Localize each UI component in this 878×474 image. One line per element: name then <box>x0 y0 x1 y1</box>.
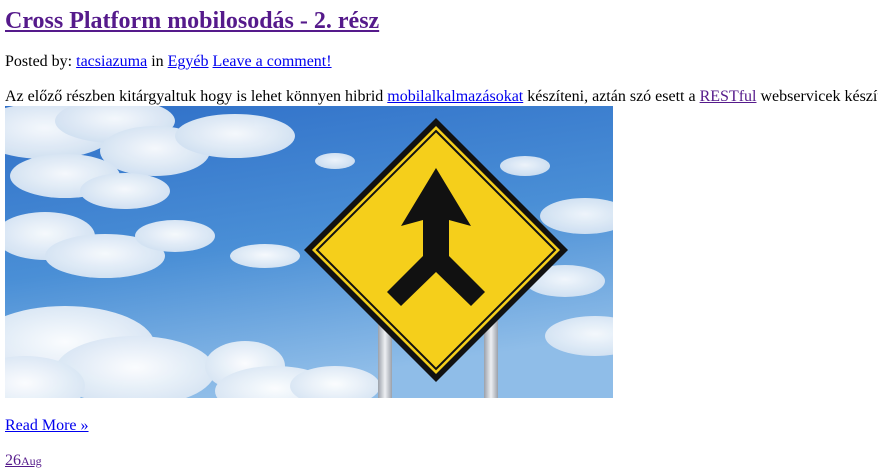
excerpt-text-2: készíteni, aztán szó esett a <box>527 88 696 105</box>
category-link[interactable]: Egyéb <box>168 53 209 70</box>
restful-link[interactable]: RESTful <box>700 88 757 105</box>
post-meta: Posted by: tacsiazuma in Egyéb Leave a c… <box>5 52 332 72</box>
merge-road-sign-icon <box>5 106 613 398</box>
featured-image[interactable] <box>5 106 613 398</box>
post-excerpt: Az előző részben kitárgyaltuk hogy is le… <box>5 87 878 107</box>
comment-link[interactable]: Leave a comment! <box>213 53 332 70</box>
date-month: Aug <box>21 454 42 468</box>
mobile-apps-link[interactable]: mobilalkalmazásokat <box>387 88 523 105</box>
read-more: Read More » <box>5 416 89 436</box>
excerpt-text-1: Az előző részben kitárgyaltuk hogy is le… <box>5 88 384 105</box>
posted-by-label: Posted by: <box>5 53 73 70</box>
post-title-link[interactable]: Cross Platform mobilosodás - 2. rész <box>5 8 379 34</box>
author-link[interactable]: tacsiazuma <box>76 53 147 70</box>
post-date: 26Aug <box>5 451 42 471</box>
post-date-link[interactable]: 26Aug <box>5 452 42 469</box>
post-title: Cross Platform mobilosodás - 2. rész <box>5 6 379 36</box>
date-day: 26 <box>5 452 21 469</box>
read-more-link[interactable]: Read More » <box>5 417 89 434</box>
excerpt-text-3: webservicek készít <box>760 88 878 105</box>
in-label: in <box>151 53 164 70</box>
